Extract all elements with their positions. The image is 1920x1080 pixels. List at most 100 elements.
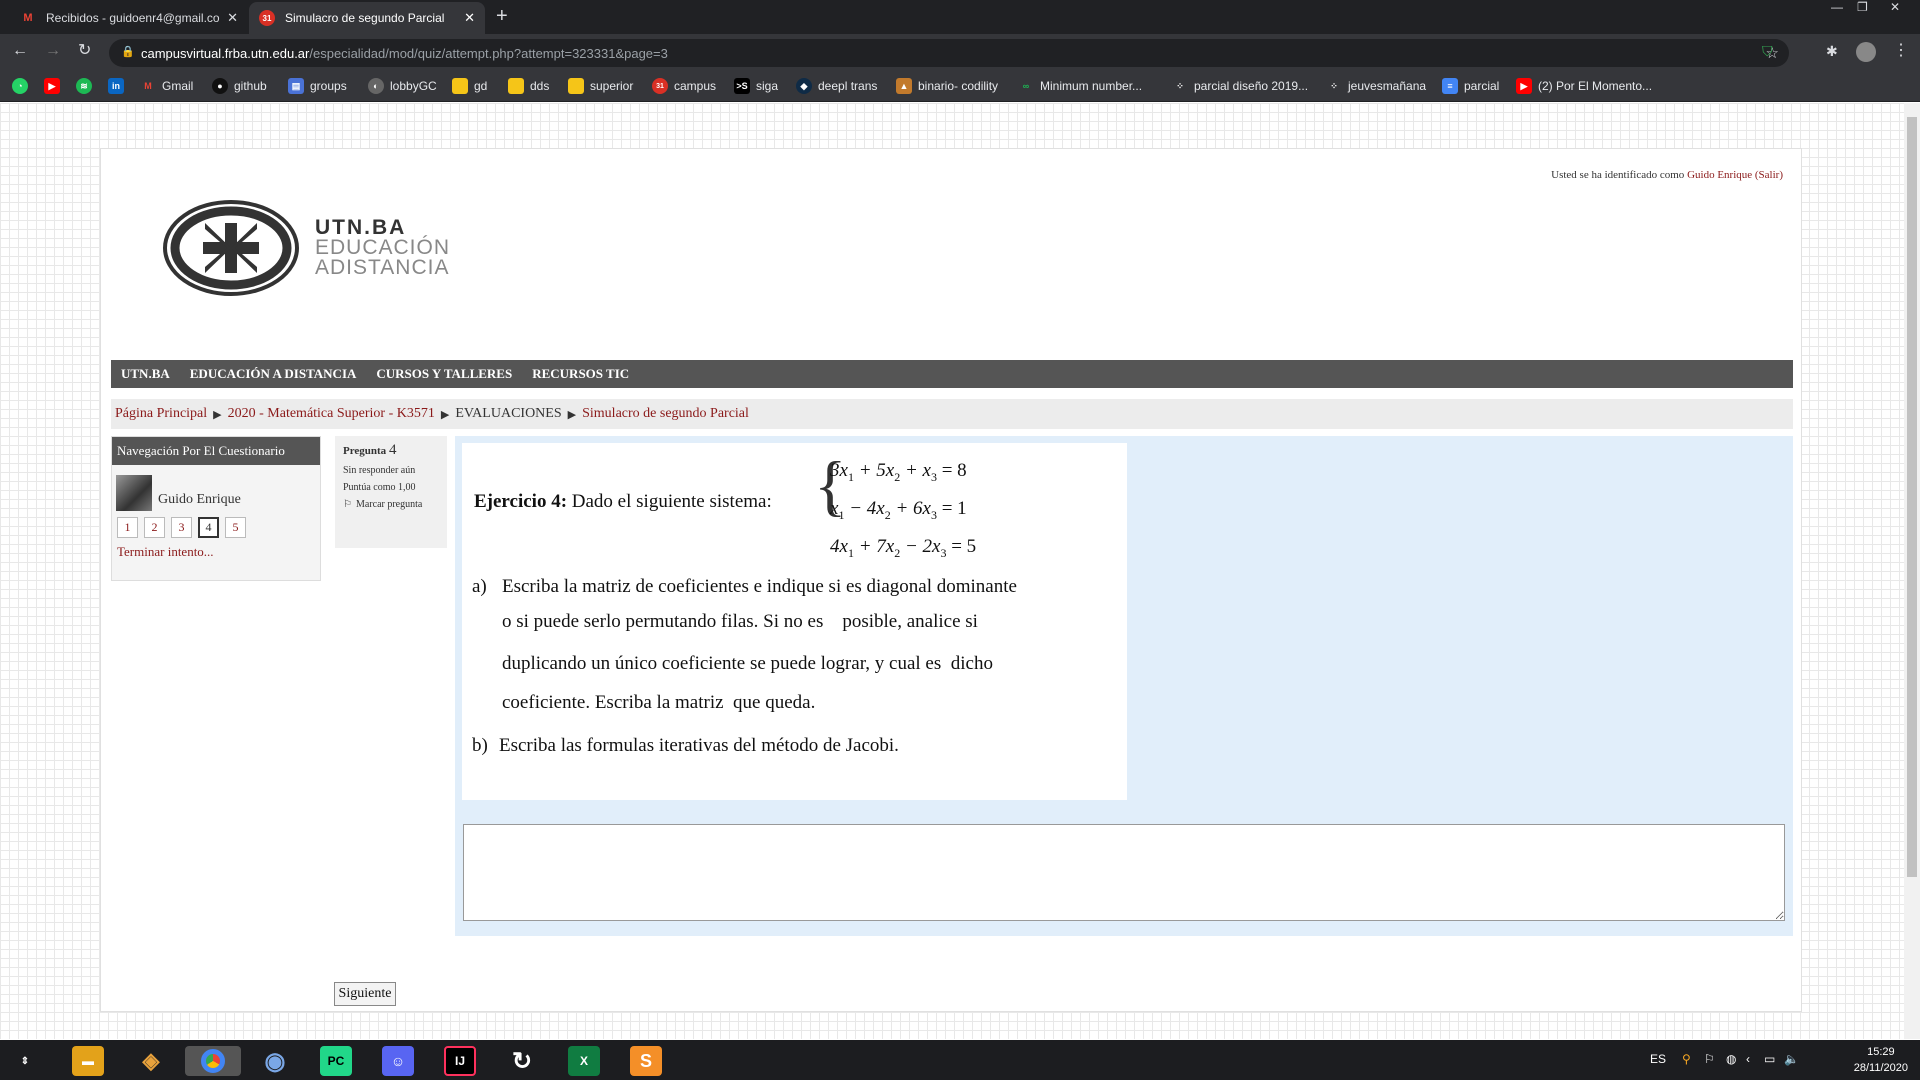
shield-extension-icon[interactable]: ⛉: [1762, 42, 1773, 60]
bookmark-parcial[interactable]: ≡ parcial: [1442, 78, 1499, 94]
volume-icon[interactable]: 🔈: [1784, 1052, 1799, 1066]
bookmark-siga[interactable]: >S siga: [734, 78, 778, 94]
nav-educacion-distancia[interactable]: EDUCACIÓN A DISTANCIA: [190, 366, 357, 382]
bookmark-superior[interactable]: superior: [568, 78, 633, 94]
close-tab-icon[interactable]: ✕: [464, 10, 475, 26]
bookmark-parcial-diseno[interactable]: ⁘ parcial diseño 2019...: [1172, 78, 1308, 94]
bookmark-minimum-number[interactable]: ∞ Minimum number...: [1018, 78, 1142, 94]
bookmark-github[interactable]: ● github: [212, 78, 267, 94]
link-icon: ∞: [1022, 81, 1030, 91]
bookmark-deepl[interactable]: ◆ deepl trans: [796, 78, 877, 94]
docs-icon: ≡: [1442, 78, 1458, 94]
back-icon[interactable]: ←: [12, 42, 28, 60]
flag-tray-icon[interactable]: ⚐: [1704, 1052, 1715, 1066]
breadcrumb-home[interactable]: Página Principal: [115, 406, 207, 422]
pycharm-icon[interactable]: PC: [320, 1046, 352, 1076]
linkedin-icon[interactable]: in: [108, 78, 124, 94]
tab-quiz[interactable]: 31 Simulacro de segundo Parcial ✕: [249, 2, 485, 34]
bookmark-lobbygc[interactable]: ◐ lobbyGC: [368, 78, 437, 94]
logo-text: UTN.BA EDUCACIÓN ADISTANCIA: [315, 216, 451, 279]
url-path: /especialidad/mod/quiz/attempt.php?attem…: [309, 45, 668, 61]
bookmark-jeuvesmanana[interactable]: ⁘ jeuvesmañana: [1326, 78, 1426, 94]
flag-question[interactable]: ⚐ Marcar pregunta: [343, 499, 439, 510]
page-container: Usted se ha identificado como Guido Enri…: [100, 148, 1802, 1012]
avatar[interactable]: [116, 475, 152, 511]
answer-textarea[interactable]: [463, 824, 1785, 921]
bookmark-gmail[interactable]: M Gmail: [140, 78, 193, 94]
excel-icon[interactable]: X: [568, 1046, 600, 1076]
tab-gmail[interactable]: M Recibidos - guidoenr4@gmail.co ✕: [10, 2, 248, 34]
folder-icon: [452, 78, 468, 94]
bookmark-campus[interactable]: 31 campus: [652, 78, 716, 94]
clock[interactable]: 15:29 28/11/2020: [1854, 1044, 1908, 1076]
part-a-label: a): [472, 576, 487, 597]
tab-title: Simulacro de segundo Parcial: [285, 11, 445, 25]
nav-recursos-tic[interactable]: RECURSOS TIC: [532, 366, 629, 382]
globe-icon: ◐: [368, 78, 384, 94]
question-button-2[interactable]: 2: [144, 517, 165, 538]
file-explorer-icon[interactable]: ▬: [72, 1046, 104, 1076]
menu-icon[interactable]: ⋮: [1893, 42, 1909, 60]
new-tab-icon[interactable]: +: [496, 6, 508, 26]
question-button-3[interactable]: 3: [171, 517, 192, 538]
next-button[interactable]: Siguiente: [334, 982, 396, 1006]
tab-bar: M Recibidos - guidoenr4@gmail.co ✕ 31 Si…: [0, 0, 1920, 34]
reload-icon[interactable]: ↻: [78, 42, 91, 60]
chevron-icon[interactable]: ‹: [1746, 1052, 1750, 1066]
equation-system: 3x1 + 5x2 + x3 = 8 x1 − 4x2 + 6x3 = 1 4x…: [830, 455, 976, 568]
extensions-icon[interactable]: ✱: [1826, 42, 1838, 60]
language-indicator[interactable]: ES: [1650, 1052, 1666, 1066]
intellij-icon[interactable]: IJ: [444, 1046, 476, 1076]
nav-cursos-talleres[interactable]: CURSOS Y TALLERES: [376, 366, 512, 382]
breadcrumb: Página Principal ▶ 2020 - Matemática Sup…: [111, 399, 1793, 429]
profile-avatar[interactable]: [1856, 42, 1876, 62]
loading-icon: ⁘: [1176, 80, 1184, 91]
breadcrumb-separator: ▶: [440, 408, 450, 421]
bookmark-codility[interactable]: ▲ binario- codility: [896, 78, 998, 94]
question-button-1[interactable]: 1: [117, 517, 138, 538]
youtube-icon[interactable]: ▶: [44, 78, 60, 94]
address-bar[interactable]: 🔒 campusvirtual.frba.utn.edu.ar/especial…: [109, 39, 1789, 67]
network-icon[interactable]: ▭: [1764, 1052, 1775, 1066]
search-icon[interactable]: ⚲: [1682, 1052, 1691, 1066]
steam-icon[interactable]: ◍: [1726, 1052, 1736, 1066]
discord-icon[interactable]: ☺: [382, 1046, 414, 1076]
loading-icon: ⁘: [1330, 80, 1338, 91]
page-scrollbar[interactable]: [1904, 103, 1920, 1039]
close-window-icon[interactable]: ✕: [1890, 0, 1900, 14]
breadcrumb-separator: ▶: [213, 408, 222, 421]
folder-icon: [508, 78, 524, 94]
scrollbar-thumb[interactable]: [1907, 117, 1917, 877]
sublime-icon[interactable]: S: [630, 1046, 662, 1076]
bookmark-groups[interactable]: ▤ groups: [288, 78, 347, 94]
taskbar-menu-icon[interactable]: ⇕: [10, 1046, 40, 1076]
app-refresh-icon[interactable]: ↻: [506, 1046, 538, 1076]
question-button-5[interactable]: 5: [225, 517, 246, 538]
equation-3: 4x1 + 7x2 − 2x3 = 5: [830, 535, 977, 560]
question-button-4[interactable]: 4: [198, 517, 219, 538]
breadcrumb-course[interactable]: 2020 - Matemática Superior - K3571: [228, 406, 435, 422]
user-link[interactable]: Guido Enrique: [1687, 169, 1752, 181]
nav-utnba[interactable]: UTN.BA: [121, 366, 170, 382]
restore-icon[interactable]: ❐: [1857, 0, 1868, 14]
minimize-icon[interactable]: —: [1831, 0, 1843, 14]
bookmark-dds[interactable]: dds: [508, 78, 549, 94]
utn-emblem-icon: [163, 200, 299, 296]
bookmark-por-el-momento[interactable]: ▶ (2) Por El Momento...: [1516, 78, 1652, 94]
bookmark-gd[interactable]: gd: [452, 78, 487, 94]
question-content: Ejercicio 4: Dado el siguiente sistema: …: [455, 436, 1793, 936]
breadcrumb-quiz[interactable]: Simulacro de segundo Parcial: [582, 406, 749, 422]
app-circle-icon[interactable]: ◉: [259, 1046, 291, 1076]
whatsapp-icon[interactable]: ◔: [12, 78, 28, 94]
git-kraken-icon[interactable]: ◈: [135, 1046, 167, 1076]
spotify-icon[interactable]: ≋: [76, 78, 92, 94]
close-tab-icon[interactable]: ✕: [227, 10, 238, 26]
logout-link[interactable]: (Salir): [1755, 169, 1783, 181]
codility-icon: ▲: [896, 78, 912, 94]
site-logo[interactable]: UTN.BA EDUCACIÓN ADISTANCIA: [161, 199, 450, 297]
finish-attempt-link[interactable]: Terminar intento...: [117, 544, 320, 560]
question-info: Pregunta 4 Sin responder aún Puntúa como…: [335, 436, 447, 548]
forward-icon[interactable]: →: [45, 42, 61, 60]
chrome-icon[interactable]: [185, 1046, 241, 1076]
groups-icon: ▤: [288, 78, 304, 94]
